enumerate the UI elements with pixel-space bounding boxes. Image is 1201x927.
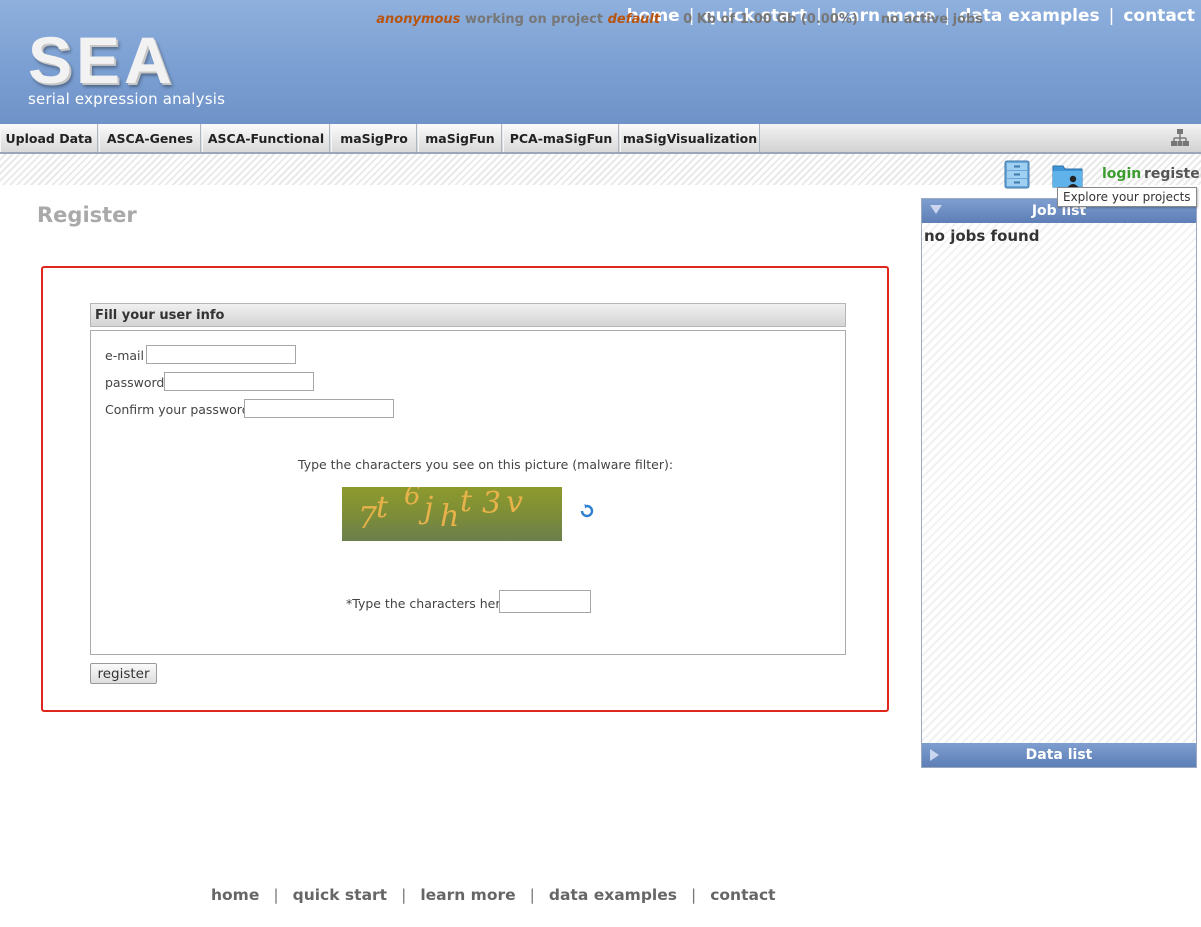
- captcha-char: 7: [358, 501, 378, 536]
- captcha-image: 7 t 6 j h t 3 v: [342, 487, 562, 541]
- current-user: anonymous: [376, 12, 461, 27]
- confirm-password-field[interactable]: [244, 399, 394, 418]
- captcha-prompt: Type the characters you see on this pict…: [298, 457, 674, 472]
- confirm-password-label: Confirm your password: [105, 402, 250, 417]
- footer-separator: |: [273, 886, 279, 904]
- captcha-char: 3: [482, 487, 502, 521]
- project-status: anonymous working on project default 0 K…: [376, 12, 983, 27]
- current-project: default: [607, 12, 661, 27]
- storage-quota: 0 Kb of 1.00 Gb (0.00%): [683, 12, 858, 27]
- network-icon[interactable]: [1171, 129, 1189, 147]
- captcha-field[interactable]: [499, 590, 591, 613]
- footer-contact-link[interactable]: contact: [710, 886, 775, 904]
- footer-separator: |: [401, 886, 407, 904]
- password-label: password: [105, 375, 165, 390]
- password-field[interactable]: [164, 372, 314, 391]
- tab-masigvisualization[interactable]: maSigVisualization: [620, 124, 760, 152]
- footer-navigation: home | quick start | learn more | data e…: [211, 886, 776, 904]
- fieldset-legend: Fill your user info: [90, 303, 846, 327]
- email-label: e-mail: [105, 348, 144, 363]
- sea-logo[interactable]: SEA serial expression analysis: [28, 23, 226, 108]
- projects-tooltip: Explore your projects: [1057, 187, 1197, 207]
- page-title: Register: [37, 203, 137, 227]
- active-jobs-status: no active jobs: [880, 12, 983, 27]
- register-link[interactable]: register: [1144, 166, 1201, 182]
- data-list-title: Data list: [1025, 747, 1093, 763]
- file-cabinet-icon[interactable]: [1004, 160, 1030, 189]
- collapse-arrow-icon: [930, 205, 942, 214]
- footer-quick-start-link[interactable]: quick start: [293, 886, 387, 904]
- expand-arrow-icon: [930, 749, 939, 761]
- tab-pca-masigfun[interactable]: PCA-maSigFun: [503, 124, 619, 152]
- login-link[interactable]: login: [1102, 166, 1141, 182]
- tool-tabs: Upload Data ASCA-Genes ASCA-Functional m…: [0, 124, 1201, 154]
- captcha-char: j: [424, 491, 434, 526]
- tab-masigpro[interactable]: maSigPro: [331, 124, 417, 152]
- tab-asca-functional[interactable]: ASCA-Functional: [202, 124, 330, 152]
- register-button[interactable]: register: [90, 663, 157, 684]
- footer-separator: |: [529, 886, 535, 904]
- tab-asca-genes[interactable]: ASCA-Genes: [99, 124, 201, 152]
- nav-contact-link[interactable]: contact: [1123, 6, 1195, 26]
- folder-user-icon[interactable]: [1052, 162, 1084, 188]
- footer-home-link[interactable]: home: [211, 886, 259, 904]
- footer-data-examples-link[interactable]: data examples: [549, 886, 677, 904]
- refresh-captcha-icon[interactable]: [579, 503, 595, 519]
- captcha-input-label: *Type the characters here:: [346, 596, 513, 611]
- data-list-header[interactable]: Data list: [922, 743, 1196, 767]
- captcha-char: t: [460, 487, 473, 519]
- sidebar-panel: Job list no jobs found Data list: [921, 198, 1197, 768]
- logo-title: SEA: [28, 23, 176, 97]
- working-text: working on project: [464, 12, 604, 27]
- captcha-char: 6: [404, 487, 421, 511]
- captcha-characters: 7 t 6 j h t 3 v: [356, 487, 562, 541]
- nav-separator: |: [1108, 6, 1115, 26]
- tab-upload-data[interactable]: Upload Data: [0, 124, 98, 152]
- captcha-char: v: [506, 487, 523, 520]
- tab-masigfun[interactable]: maSigFun: [418, 124, 502, 152]
- captcha-char: h: [440, 499, 460, 534]
- footer-separator: |: [690, 886, 697, 904]
- logo-subtitle: serial expression analysis: [28, 90, 226, 108]
- footer-learn-more-link[interactable]: learn more: [420, 886, 515, 904]
- captcha-char: t: [376, 490, 389, 525]
- no-jobs-message: no jobs found: [924, 227, 1040, 245]
- email-field[interactable]: [146, 345, 296, 364]
